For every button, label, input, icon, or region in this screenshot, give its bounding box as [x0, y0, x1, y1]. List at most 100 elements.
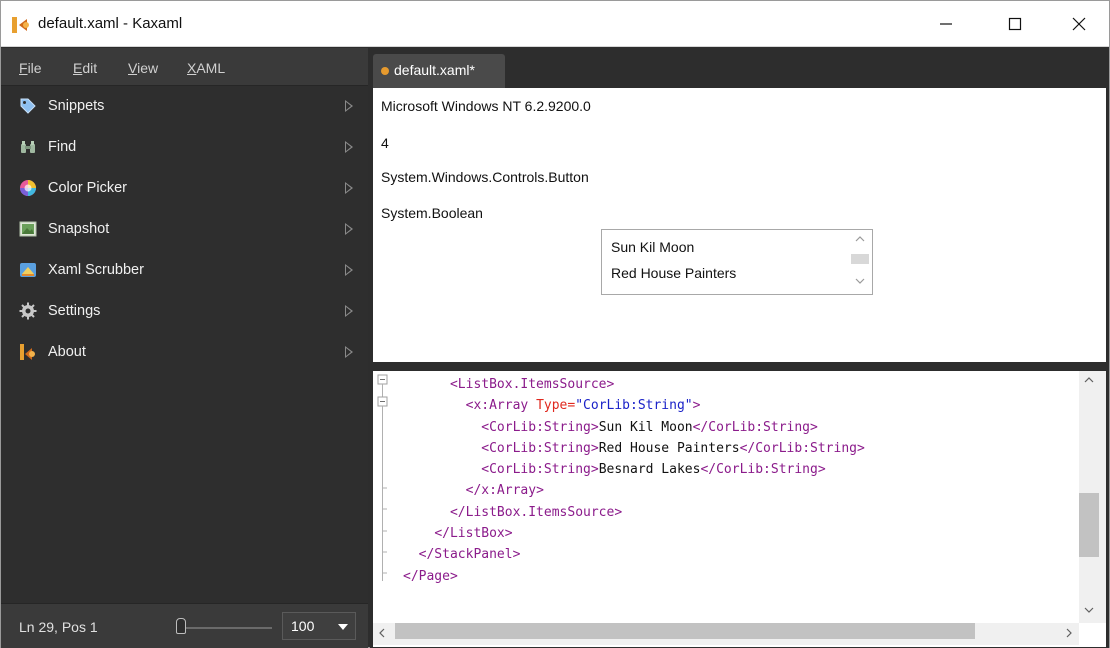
code-line[interactable]: <CorLib:String>Besnard Lakes</CorLib:Str…: [403, 459, 865, 480]
editor-vscroll-thumb[interactable]: [1079, 493, 1099, 557]
kaxaml-logo-icon: [12, 17, 29, 33]
maximize-icon: [1008, 17, 1022, 31]
code-token: <ListBox.ItemsSource>: [449, 377, 615, 392]
preview-listbox[interactable]: Sun Kil Moon Red House Painters: [601, 229, 873, 295]
chevron-right-icon: [345, 141, 353, 153]
sidebar-item-about[interactable]: About: [1, 332, 368, 373]
chevron-right-icon: [345, 100, 353, 112]
code-line[interactable]: <CorLib:String>Sun Kil Moon</CorLib:Stri…: [403, 417, 865, 438]
menu-edit[interactable]: Edit: [73, 60, 97, 76]
code-line[interactable]: </Page>: [403, 566, 865, 587]
code-token: <x:Array: [465, 398, 537, 414]
code-token: </ListBox.ItemsSource>: [449, 504, 623, 520]
scroll-left-icon[interactable]: [379, 628, 385, 638]
sidebar-item-find[interactable]: Find: [1, 127, 368, 168]
preview-text-boolean-type: System.Boolean: [381, 205, 483, 221]
code-token: </CorLib:String>: [739, 440, 865, 456]
chevron-right-icon: [345, 264, 353, 276]
menu-bar: File Edit View XAML: [1, 48, 368, 86]
editor-hscroll-thumb[interactable]: [395, 623, 975, 639]
sidebar-item-settings[interactable]: Settings: [1, 291, 368, 332]
preview-pane: Microsoft Windows NT 6.2.9200.0 4 System…: [373, 88, 1106, 362]
list-item[interactable]: Red House Painters: [611, 265, 736, 281]
sidebar-item-snapshot[interactable]: Snapshot: [1, 209, 368, 250]
sidebar-item-xaml-scrubber[interactable]: Xaml Scrubber: [1, 250, 368, 291]
sidebar-item-label: Snapshot: [48, 221, 110, 237]
zoom-value: 100: [291, 618, 315, 634]
code-line[interactable]: </x:Array>: [403, 480, 865, 501]
menu-view[interactable]: View: [128, 60, 158, 76]
scroll-right-icon[interactable]: [1066, 628, 1072, 638]
scroll-down-icon[interactable]: [1084, 607, 1094, 613]
kaxaml-logo-icon: [20, 344, 35, 360]
list-item[interactable]: Sun Kil Moon: [611, 239, 694, 255]
window-title: default.xaml - Kaxaml: [38, 15, 183, 32]
tag-icon: [20, 98, 36, 114]
code-line[interactable]: <x:Array Type="CorLib:String">: [403, 395, 865, 416]
chevron-down-icon: [338, 624, 348, 630]
chevron-right-icon: [345, 305, 353, 317]
cursor-position: Ln 29, Pos 1: [19, 619, 98, 635]
chevron-right-icon: [345, 346, 353, 358]
code-token: </Page>: [403, 568, 458, 584]
code-token: </StackPanel>: [418, 547, 521, 563]
close-button[interactable]: [1051, 1, 1107, 47]
scrubber-icon: [20, 263, 36, 277]
scroll-up-icon[interactable]: [855, 236, 865, 242]
code-token: </CorLib:String>: [700, 462, 826, 478]
zoom-slider-thumb[interactable]: [176, 618, 186, 634]
sidebar-item-label: Settings: [48, 303, 101, 319]
sidebar-item-label: Xaml Scrubber: [48, 262, 144, 278]
code-editor[interactable]: <ListBox.ItemsSource> <x:Array Type="Cor…: [373, 371, 1106, 647]
code-token: </x:Array>: [465, 483, 544, 499]
listbox-scrollbar[interactable]: [849, 230, 871, 294]
chevron-right-icon: [345, 182, 353, 194]
close-icon: [1072, 17, 1086, 31]
preview-text-os-version: Microsoft Windows NT 6.2.9200.0: [381, 98, 591, 114]
code-line[interactable]: <ListBox.ItemsSource>: [403, 374, 865, 395]
code-line[interactable]: </StackPanel>: [403, 544, 865, 565]
maximize-button[interactable]: [987, 1, 1043, 47]
code-text[interactable]: <ListBox.ItemsSource> <x:Array Type="Cor…: [403, 374, 865, 587]
zoom-slider-track: [180, 627, 272, 629]
sidebar-list: Snippets Find Color Picker Snapshot Xaml…: [1, 86, 368, 373]
code-token: "CorLib:String": [575, 398, 693, 414]
preview-text-button-type: System.Windows.Controls.Button: [381, 169, 589, 185]
sidebar: File Edit View XAML Snippets Find Color …: [1, 48, 368, 648]
color-wheel-icon: [20, 180, 36, 196]
zoom-dropdown[interactable]: 100: [282, 612, 356, 640]
sidebar-item-label: About: [48, 344, 86, 360]
status-bar: Ln 29, Pos 1 100: [1, 603, 368, 648]
code-token: <CorLib:String>: [481, 462, 599, 478]
sidebar-item-color-picker[interactable]: Color Picker: [1, 168, 368, 209]
menu-xaml[interactable]: XAML: [187, 60, 225, 76]
menu-file[interactable]: File: [19, 60, 42, 76]
minimize-button[interactable]: [918, 1, 974, 47]
code-token: Sun Kil Moon: [598, 419, 693, 435]
scroll-up-icon[interactable]: [1084, 377, 1094, 383]
binoculars-icon: [21, 141, 35, 153]
editor-horizontal-scrollbar[interactable]: [373, 623, 1079, 645]
editor-vertical-scrollbar[interactable]: [1079, 371, 1106, 623]
scroll-down-icon[interactable]: [855, 278, 865, 284]
title-bar: default.xaml - Kaxaml: [1, 1, 1109, 47]
sidebar-item-label: Find: [48, 139, 77, 155]
tab-default-xaml[interactable]: default.xaml*: [373, 54, 505, 88]
code-line[interactable]: </ListBox.ItemsSource>: [403, 502, 865, 523]
code-token: </CorLib:String>: [692, 419, 818, 435]
kaxaml-window: default.xaml - Kaxaml File Edit View XAM…: [0, 0, 1110, 648]
code-line[interactable]: <CorLib:String>Red House Painters</CorLi…: [403, 438, 865, 459]
modified-indicator: [381, 67, 389, 75]
preview-text-processor-count: 4: [381, 135, 389, 151]
sidebar-item-snippets[interactable]: Snippets: [1, 86, 368, 127]
code-line[interactable]: </ListBox>: [403, 523, 865, 544]
code-token: </ListBox>: [434, 526, 513, 542]
code-token: <CorLib:String>: [481, 419, 599, 435]
code-token: >: [692, 398, 701, 414]
fold-gutter: [377, 374, 388, 581]
tab-strip: default.xaml*: [370, 48, 1109, 88]
sidebar-item-label: Color Picker: [48, 180, 127, 196]
minimize-icon: [940, 23, 952, 25]
zoom-slider[interactable]: [176, 616, 276, 636]
listbox-scroll-thumb[interactable]: [851, 254, 869, 264]
